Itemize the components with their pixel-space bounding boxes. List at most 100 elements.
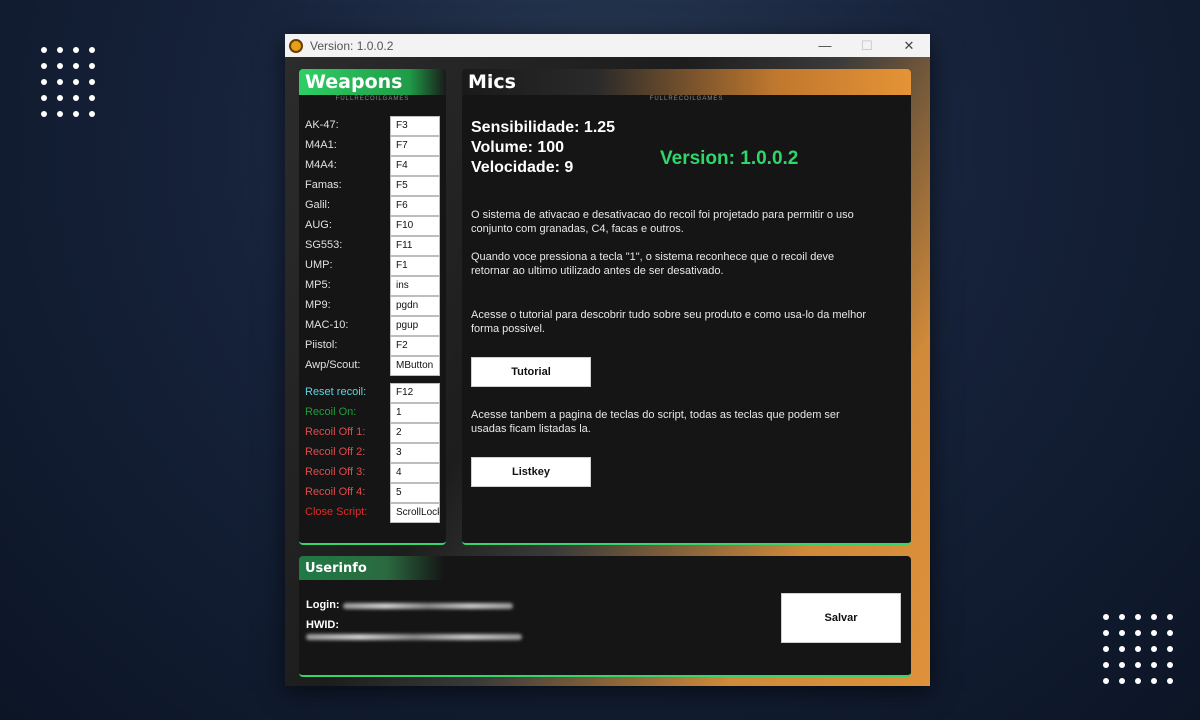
dot [1103,630,1109,636]
items-label: UMP: [305,259,333,271]
dot [41,63,47,69]
dot [1103,646,1109,652]
dot [57,47,63,53]
items-label: Famas: [305,179,342,191]
items-key-input[interactable]: MButton [390,356,440,376]
controls-label: Recoil Off 1: [305,426,366,438]
dot [41,111,47,117]
dot [1151,614,1157,620]
dot [1151,662,1157,668]
save-button[interactable]: Salvar [781,593,901,643]
info-paragraph-listkey: Acesse tanbem a pagina de teclas do scri… [471,409,840,435]
controls-row: Recoil Off 1: 2 [305,423,440,443]
tutorial-button[interactable]: Tutorial [471,357,591,387]
items-key-input[interactable]: F1 [390,256,440,276]
userinfo-title: Userinfo [299,556,444,580]
controls-row: Recoil On: 1 [305,403,440,423]
dot [1135,678,1141,684]
dot [1151,630,1157,636]
dot [1119,630,1125,636]
items-label: Piistol: [305,339,338,351]
client-area: Weapons FULLRECOILGAMES AK-47: F3 M4A1: F7 M… [285,57,930,686]
info-paragraph-key1: Quando voce pressiona a tecla "1", o sis… [471,251,835,277]
controls-key-input[interactable]: 5 [390,483,440,503]
controls-row: Reset recoil: F12 [305,383,440,403]
dot [1119,662,1125,668]
mics-panel: Mics FULLRECOILGAMES Sensibilidade: 1.25… [462,69,911,545]
dot [73,63,79,69]
dot [1135,662,1141,668]
items-label: MP9: [305,299,331,311]
window-title: Version: 1.0.0.2 [310,38,394,53]
items-row: M4A1: F7 [305,136,440,156]
info-paragraph-recoil: O sistema de ativacao e desativacao do r… [471,209,854,235]
sensibilidade-text: Sensibilidade: 1.25 [471,119,616,136]
dot [1151,678,1157,684]
items-key-input[interactable]: F7 [390,136,440,156]
weapons-panel: Weapons FULLRECOILGAMES AK-47: F3 M4A1: F7 M… [299,69,446,545]
weapons-brand: FULLRECOILGAMES [335,96,410,102]
items-row: MAC-10: pgup [305,316,440,336]
dot [73,111,79,117]
items-key-input[interactable]: pgdn [390,296,440,316]
dot [1167,646,1173,652]
version-text: Version: 1.0.0.2 [660,148,799,169]
items-key-input[interactable]: F6 [390,196,440,216]
volume-text: Volume: 100 [471,139,565,156]
items-key-input[interactable]: F4 [390,156,440,176]
controls-key-input[interactable]: 4 [390,463,440,483]
controls-row: Recoil Off 3: 4 [305,463,440,483]
dot [73,95,79,101]
controls-key-input[interactable]: F12 [390,383,440,403]
items-row: MP5: ins [305,276,440,296]
dot [89,79,95,85]
items-row: Piistol: F2 [305,336,440,356]
dot [1167,678,1173,684]
controls-key-input[interactable]: 2 [390,423,440,443]
items-key-input[interactable]: F3 [390,116,440,136]
items-row: MP9: pgdn [305,296,440,316]
dot [41,95,47,101]
hwid-label: HWID: [306,619,339,631]
app-window: Version: 1.0.0.2 — ☐ ✕ Weapons FULLRECOI… [285,34,930,686]
dot [57,111,63,117]
listkey-button[interactable]: Listkey [471,457,591,487]
dot [89,47,95,53]
items-label: AK-47: [305,119,339,131]
controls-row: Close Script: ScrollLock [305,503,440,523]
items-label: SG553: [305,239,343,251]
items-label: Galil: [305,199,331,211]
items-key-input[interactable]: F10 [390,216,440,236]
dot [1119,678,1125,684]
dot [57,79,63,85]
close-icon[interactable]: ✕ [888,34,930,57]
title-bar[interactable]: Version: 1.0.0.2 — ☐ ✕ [285,34,930,57]
controls-key-input[interactable]: 3 [390,443,440,463]
controls-label: Close Script: [305,506,368,518]
items-key-input[interactable]: pgup [390,316,440,336]
items-key-input[interactable]: ins [390,276,440,296]
maximize-icon: ☐ [861,37,873,53]
dot [89,95,95,101]
dot [41,79,47,85]
items-key-input[interactable]: F11 [390,236,440,256]
dot [1119,614,1125,620]
controls-key-input[interactable]: 1 [390,403,440,423]
items-row: SG553: F11 [305,236,440,256]
minimize-icon[interactable]: — [804,34,846,57]
velocidade-text: Velocidade: 9 [471,159,574,176]
controls-row: Recoil Off 4: 5 [305,483,440,503]
app-logo-icon [289,38,303,53]
items-label: MAC-10: [305,319,349,331]
controls-key-input[interactable]: ScrollLock [390,503,440,523]
controls-row: Recoil Off 2: 3 [305,443,440,463]
dot [89,63,95,69]
controls-label: Recoil Off 4: [305,486,366,498]
dot [1103,614,1109,620]
dot [1167,614,1173,620]
items-key-input[interactable]: F2 [390,336,440,356]
items-key-input[interactable]: F5 [390,176,440,196]
info-paragraph-tutorial: Acesse o tutorial para descobrir tudo so… [471,309,866,335]
items-label: M4A4: [305,159,337,171]
userinfo-panel: Userinfo Login: HWID: Salvar [299,556,911,677]
